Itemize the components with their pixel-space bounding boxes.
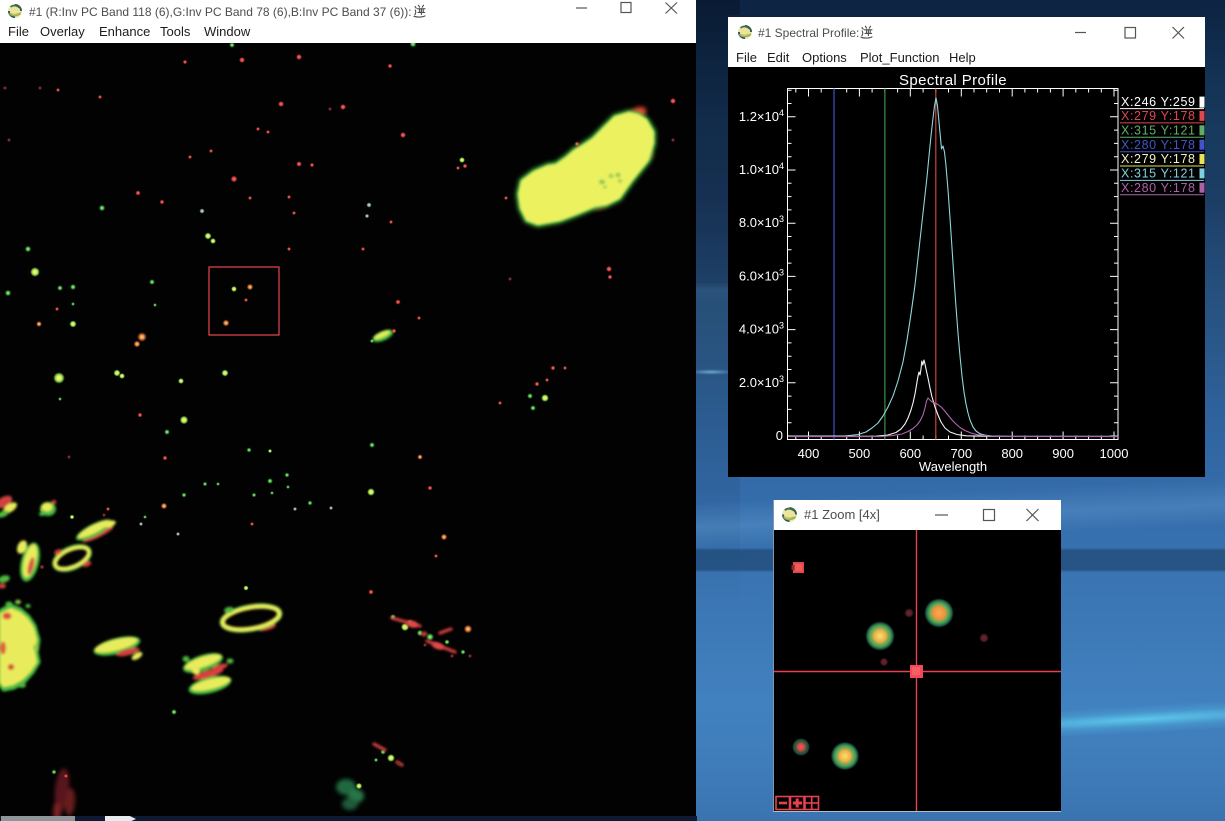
svg-text:X:280 Y:178: X:280 Y:178 [1121, 181, 1195, 195]
svg-text:X:315 Y:121: X:315 Y:121 [1121, 124, 1195, 138]
svg-text:Wavelength: Wavelength [919, 459, 987, 474]
svg-text:X:280 Y:178: X:280 Y:178 [1121, 138, 1195, 152]
svg-text:1.2×104: 1.2×104 [739, 108, 784, 124]
svg-text:X:315 Y:121: X:315 Y:121 [1121, 167, 1195, 181]
svg-text:500: 500 [849, 446, 871, 461]
svg-text:1.0×104: 1.0×104 [739, 161, 784, 177]
svg-text:400: 400 [798, 446, 820, 461]
svg-text:Spectral Profile: Spectral Profile [899, 72, 1007, 89]
svg-text:8.0×103: 8.0×103 [739, 214, 784, 230]
svg-text:600: 600 [899, 446, 921, 461]
svg-text:1000: 1000 [1100, 446, 1129, 461]
svg-text:800: 800 [1001, 446, 1023, 461]
svg-text:X:246 Y:259: X:246 Y:259 [1121, 95, 1195, 109]
svg-text:2.0×103: 2.0×103 [739, 374, 784, 390]
svg-text:900: 900 [1052, 446, 1074, 461]
svg-text:X:279 Y:178: X:279 Y:178 [1121, 152, 1195, 166]
svg-text:X:279 Y:178: X:279 Y:178 [1121, 109, 1195, 123]
svg-text:4.0×103: 4.0×103 [739, 321, 784, 337]
svg-text:6.0×103: 6.0×103 [739, 267, 784, 283]
svg-text:0: 0 [776, 428, 783, 443]
